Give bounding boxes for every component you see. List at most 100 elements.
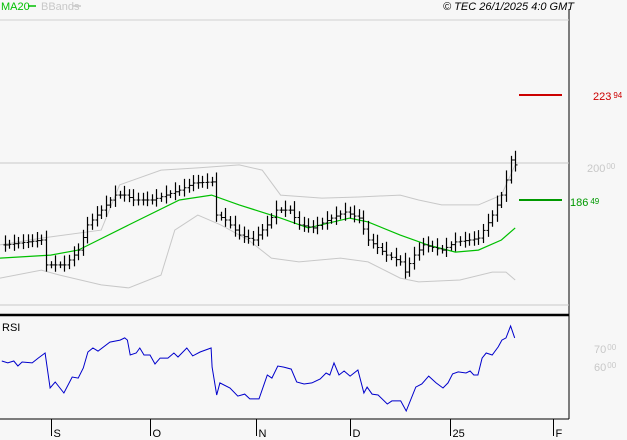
ohlc-bar <box>417 242 422 261</box>
rsi-axis-label-70: 7000 <box>594 343 617 356</box>
ohlc-bar <box>177 185 182 196</box>
ohlc-bar <box>191 175 196 192</box>
ohlc-bar <box>366 220 371 246</box>
ohlc-bar <box>237 224 242 240</box>
bb-upper-line <box>0 164 516 246</box>
ohlc-bar <box>453 232 458 252</box>
ohlc-bar <box>407 257 412 277</box>
ohlc-bar <box>499 191 504 209</box>
ohlc-bar <box>122 185 127 202</box>
ohlc-bar <box>49 261 54 269</box>
x-tick-label: F <box>556 428 563 440</box>
stock-chart: MA20 BBands © TEC 26/1/2025 4:0 GMT 223 9… <box>0 1 623 440</box>
rsi-line <box>1 324 516 413</box>
ohlc-bar <box>348 206 353 219</box>
ohlc-bar <box>136 192 141 206</box>
ohlc-bar <box>76 243 81 261</box>
ohlc-bar <box>7 239 12 249</box>
ohlc-bar <box>421 237 426 256</box>
ohlc-bar <box>90 213 95 230</box>
ohlc-bar <box>81 229 86 256</box>
ohlc-bar <box>131 189 136 207</box>
ohlc-bar <box>302 216 307 232</box>
x-tick-label: S <box>54 428 61 440</box>
ohlc-bar <box>463 231 468 248</box>
ohlc-bar <box>53 255 58 272</box>
ohlc-bar <box>306 218 311 233</box>
support-label: 186 49 <box>570 197 600 209</box>
ohlc-bar <box>242 226 247 243</box>
ohlc-bar <box>472 231 477 246</box>
ohlc-bar <box>325 211 330 230</box>
ohlc-bar <box>343 202 348 221</box>
ohlc-bar <box>85 216 90 244</box>
price-axis-label-200: 20000 <box>587 162 616 175</box>
ohlc-bar <box>113 185 118 207</box>
resistance-label: 223 94 <box>593 91 623 103</box>
ohlc-bar <box>486 213 491 237</box>
ohlc-bar <box>297 211 302 230</box>
ohlc-bar <box>99 205 104 220</box>
ohlc-bar <box>145 191 150 207</box>
ohlc-bar <box>118 190 123 199</box>
rsi-label: RSI <box>2 322 20 334</box>
rsi-polyline <box>1 324 516 413</box>
ohlc-bar <box>495 195 500 222</box>
ohlc-bar <box>375 234 380 255</box>
ohlc-bar <box>288 205 293 215</box>
ohlc-bar <box>95 206 100 227</box>
ohlc-bar <box>357 209 362 224</box>
ohlc-bar <box>58 261 63 269</box>
ohlc-bar <box>223 207 228 227</box>
x-tick-label: O <box>153 428 162 440</box>
ohlc-bar <box>196 174 201 189</box>
ohlc-bar <box>200 175 205 188</box>
x-tick-label: 25 <box>453 428 465 440</box>
ohlc-bar <box>338 210 343 220</box>
ohlc-bar <box>380 242 385 256</box>
x-axis: S O N D 25 F <box>51 419 563 440</box>
ohlc-bar <box>228 216 233 229</box>
ohlc-bar <box>384 241 389 262</box>
ohlc-bar <box>398 255 403 266</box>
ohlc-bar <box>467 233 472 246</box>
ohlc-bar <box>279 207 284 213</box>
ohlc-bar <box>154 189 159 207</box>
ohlc-bar <box>159 192 164 202</box>
legend-ma20-label: MA20 <box>1 1 30 13</box>
ohlc-bar <box>334 206 339 225</box>
legend-bbands-label: BBands <box>41 1 80 13</box>
ohlc-bar <box>371 233 376 249</box>
ohlc-bar <box>187 178 192 193</box>
rsi-axis-label-60: 6000 <box>594 361 617 374</box>
ohlc-bar <box>173 182 178 201</box>
ohlc-bar <box>481 223 486 244</box>
ohlc-bar <box>260 223 265 240</box>
ohlc-bar <box>265 215 270 237</box>
ohlc-bar <box>72 246 77 267</box>
ohlc-bar <box>476 230 481 245</box>
ohlc-bar <box>164 185 169 204</box>
ohlc-bar <box>458 236 463 247</box>
ohlc-bar <box>394 247 399 267</box>
ohlc-bar <box>256 226 261 247</box>
ohlc-bar <box>283 200 288 217</box>
ohlc-bar <box>205 173 210 189</box>
ohlc-bar <box>274 200 279 225</box>
ohlc-bar <box>490 210 495 227</box>
ohlc-bar <box>16 236 21 249</box>
ohlc-bar <box>389 252 394 261</box>
ohlc-bar <box>62 255 67 272</box>
ohlc-bar <box>210 176 215 187</box>
x-tick-label: D <box>353 428 361 440</box>
x-tick-label: N <box>259 428 267 440</box>
ohlc-bar <box>219 211 224 221</box>
ohlc-bar <box>127 189 132 203</box>
ohlc-bar <box>449 241 454 251</box>
ohlc-bar <box>150 194 155 205</box>
ohlc-bar <box>444 237 449 257</box>
bollinger-bands <box>0 164 516 289</box>
ohlc-bar <box>39 234 44 245</box>
ohlc-bar <box>26 234 31 249</box>
ohlc-bar <box>168 190 173 199</box>
